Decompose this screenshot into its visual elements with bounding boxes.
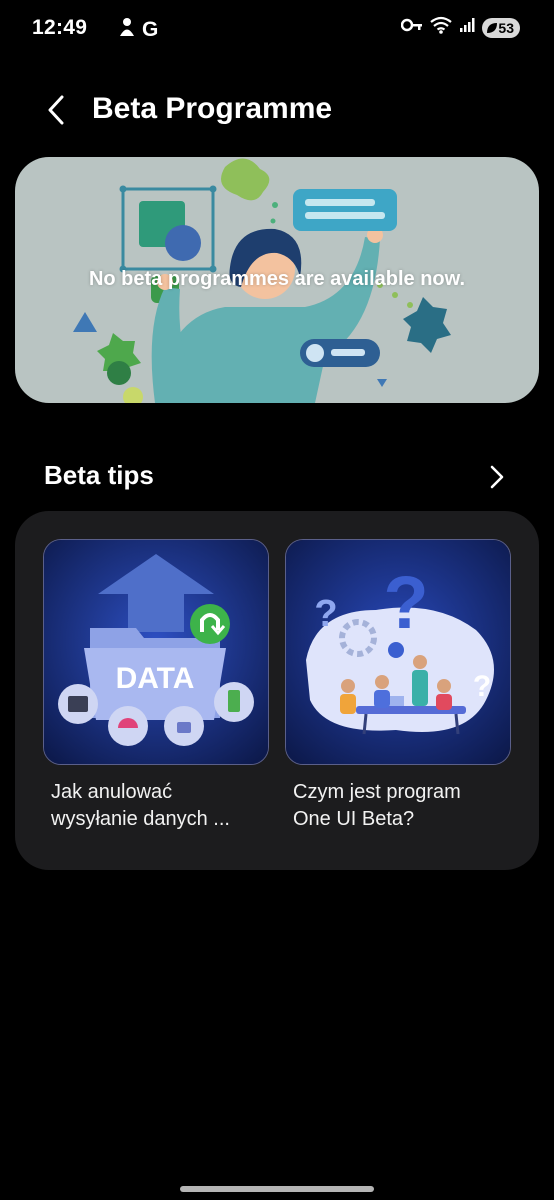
carrier-label: G — [142, 17, 159, 41]
chevron-right-icon[interactable] — [480, 460, 514, 494]
app-header: Beta Programme — [0, 80, 554, 140]
tip-caption-line2: One UI Beta? — [293, 808, 415, 830]
tip-caption-line1: Jak anulować — [51, 781, 173, 803]
battery-indicator: 53 — [482, 17, 520, 38]
data-label: DATA — [116, 662, 195, 695]
svg-text:?: ? — [473, 670, 491, 703]
status-left-icons: G — [118, 17, 158, 42]
team-meeting-illustration: ? ? ? — [286, 540, 510, 764]
signal-icon — [459, 17, 475, 38]
beta-tips-card: DATA Jak anulować wysyłanie danych ... ?… — [15, 511, 539, 870]
status-bar: 12:49 G 53 — [0, 0, 554, 58]
status-right-icons: 53 — [401, 16, 520, 39]
back-button[interactable] — [36, 90, 76, 130]
tip-thumbnail: ? ? ? — [285, 539, 511, 765]
data-folder-illustration: DATA — [44, 540, 268, 764]
notification-icon — [118, 17, 136, 42]
no-programmes-message: No beta programmes are available now. — [88, 268, 466, 290]
page-title: Beta Programme — [92, 92, 333, 125]
tip-item-cancel-data[interactable]: DATA Jak anulować wysyłanie danych ... — [43, 539, 269, 833]
status-time: 12:49 — [32, 16, 88, 39]
key-icon — [401, 18, 423, 37]
home-indicator[interactable] — [180, 1186, 374, 1192]
svg-text:?: ? — [383, 561, 428, 644]
tip-item-what-is-beta[interactable]: ? ? ? Czym jest program One UI Beta? — [285, 539, 511, 833]
leaf-icon — [487, 22, 498, 33]
tip-caption-line2: wysyłanie danych ... — [51, 808, 230, 830]
tip-caption: Jak anulować wysyłanie danych ... — [43, 779, 269, 833]
svg-text:?: ? — [314, 593, 337, 635]
beta-tips-header[interactable]: Beta tips — [0, 450, 554, 502]
wifi-icon — [430, 16, 453, 39]
back-arrow-icon — [48, 95, 64, 125]
tip-caption-line1: Czym jest program — [293, 781, 461, 803]
beta-tips-title: Beta tips — [44, 460, 154, 490]
tip-caption: Czym jest program One UI Beta? — [285, 779, 511, 833]
tip-thumbnail: DATA — [43, 539, 269, 765]
battery-level: 53 — [498, 19, 514, 36]
